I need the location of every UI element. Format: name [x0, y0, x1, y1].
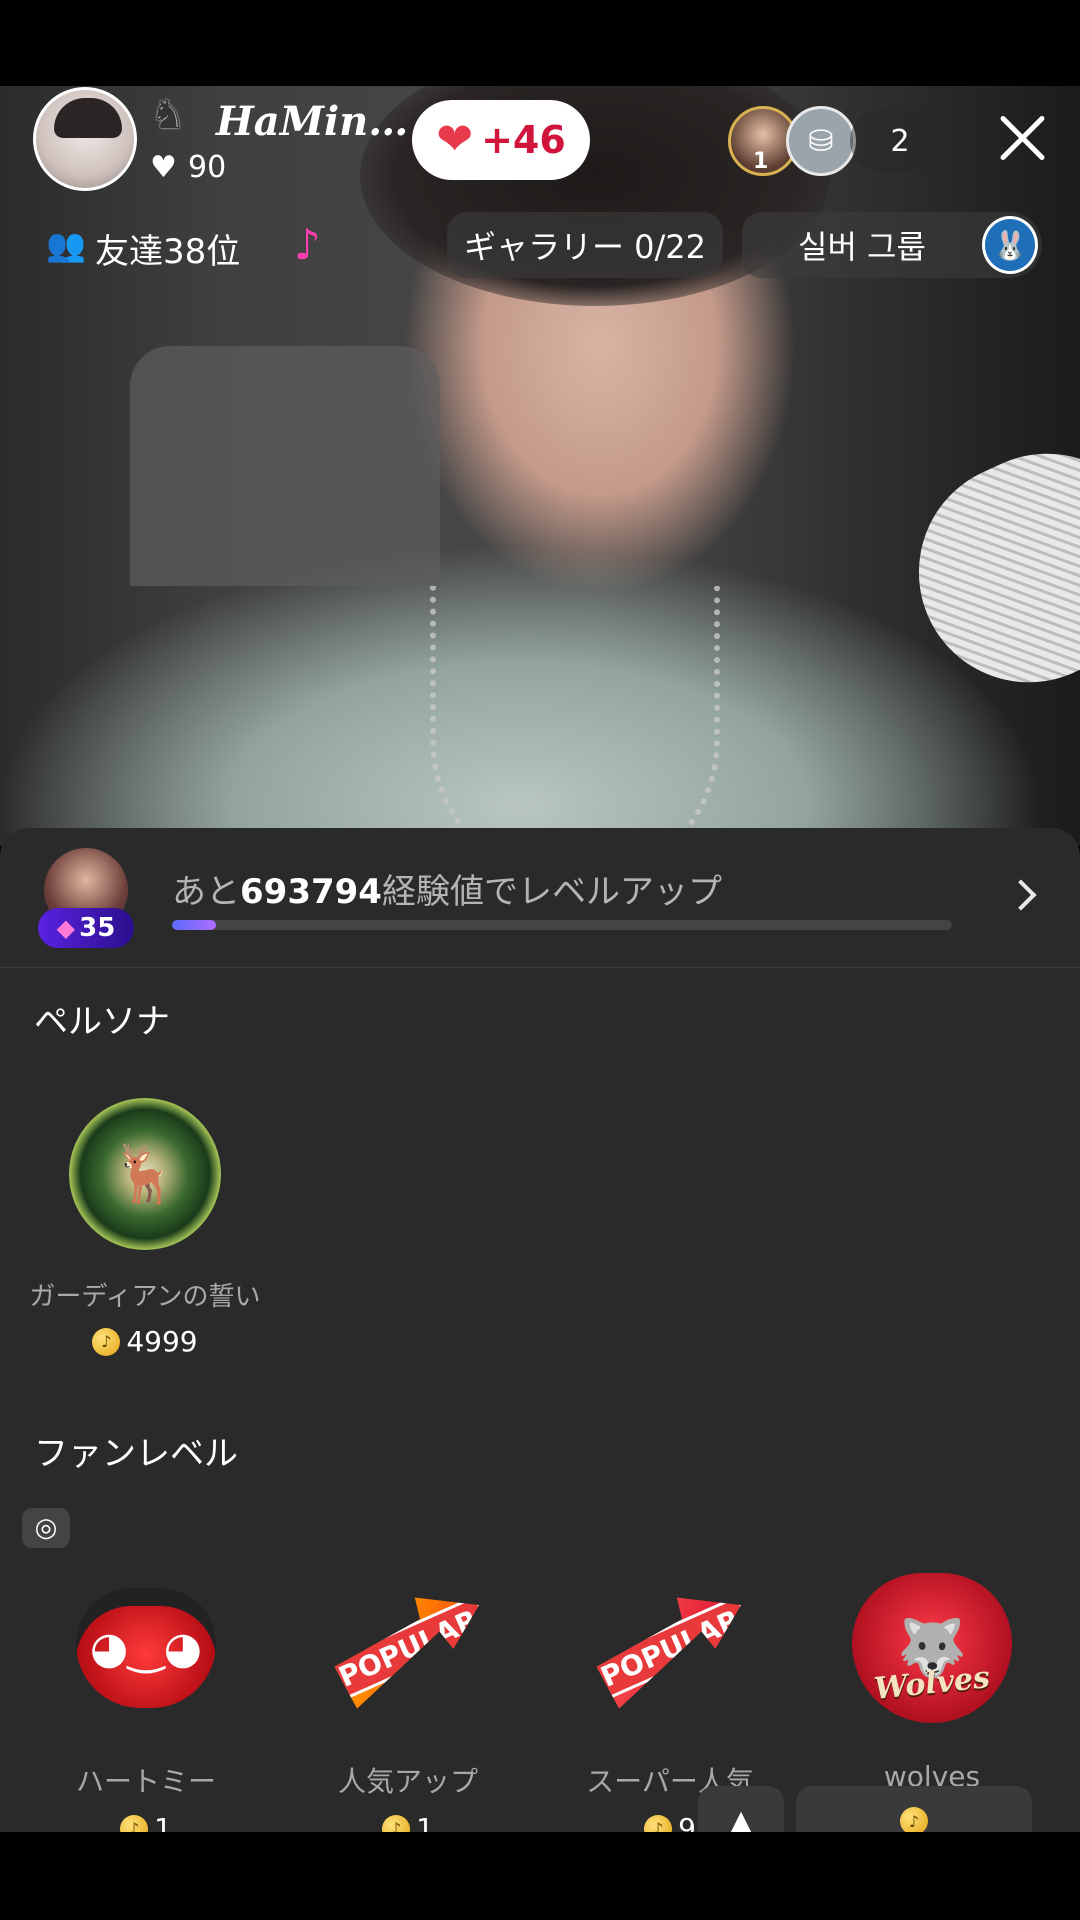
coin-balance-button[interactable]: ♪ — [796, 1786, 1032, 1832]
heart-icon: ❤ — [436, 114, 474, 165]
viewer-count[interactable]: 2 — [850, 110, 950, 172]
popular-art-text: POPULAR — [323, 1594, 493, 1701]
live-stream-video — [0, 86, 1080, 846]
persona-price-value: 4999 — [126, 1325, 198, 1358]
level-up-text: あと693794経験値でレベルアップ — [172, 864, 722, 913]
chevron-right-icon[interactable] — [1005, 879, 1037, 911]
host-like-count: 90 — [188, 150, 227, 185]
diamond-icon: ◆ — [56, 914, 76, 942]
necklace — [430, 586, 720, 846]
heart-me-art: ◕‿◕ — [61, 1568, 231, 1728]
super-popular-arrow-icon: POPULAR — [590, 1585, 751, 1710]
coin-icon: ♪ — [92, 1327, 121, 1356]
heart-icon: ♥ — [150, 150, 177, 185]
friends-rank[interactable]: 友達38位 — [95, 224, 240, 273]
fan-level-section-title: ファンレベル — [34, 1434, 238, 1474]
persona-item[interactable]: 🦌 ガーディアンの誓い ♪ 4999 — [20, 1098, 270, 1358]
deer-guardian-icon: 🦌 — [69, 1098, 221, 1250]
wolves-art: 🐺 Wolves — [847, 1568, 1017, 1728]
viewer-seat-icon[interactable]: ⛁ — [786, 106, 856, 176]
host-name[interactable]: HaMin… — [216, 98, 408, 145]
level-progress-row[interactable]: ◆ 35 あと693794経験値でレベルアップ — [0, 828, 1080, 968]
like-count: +46 — [481, 118, 566, 162]
super-popular-arrow-art: POPULAR — [585, 1568, 755, 1728]
sheet-bottom-controls: ▲ ♪ — [0, 1786, 1080, 1832]
gallery-button[interactable]: ギャラリー 0/22 — [447, 212, 723, 278]
host-avatar[interactable] — [33, 87, 137, 191]
wolf-heart-icon: 🐺 Wolves — [852, 1573, 1012, 1723]
level-exp-value: 693794 — [240, 872, 382, 912]
like-counter-pill[interactable]: ❤ +46 — [412, 100, 590, 180]
level-progress-fill — [172, 920, 216, 930]
system-nav-area — [0, 1832, 1080, 1920]
level-number: 35 — [79, 913, 116, 943]
friends-icon: 👥 — [46, 226, 86, 264]
level-text-suffix: 経験値でレベルアップ — [381, 872, 722, 912]
bunny-mascot-icon[interactable]: 🐰 — [982, 216, 1038, 274]
persona-section-title: ペルソナ — [34, 1002, 170, 1042]
horse-icon: ♞ — [150, 92, 186, 138]
gift-sheet: ◆ 35 あと693794経験値でレベルアップ ペルソナ 🦌 ガーディアンの誓い… — [0, 828, 1080, 1832]
persona-item-price: ♪ 4999 — [20, 1325, 270, 1358]
chevron-up-icon[interactable]: ▲ — [698, 1786, 784, 1832]
level-badge: ◆ 35 — [38, 908, 134, 948]
heart-face-icon: ◕‿◕ — [76, 1588, 216, 1708]
coin-icon: ♪ — [900, 1807, 928, 1832]
popular-arrow-icon: POPULAR — [328, 1585, 489, 1710]
wolves-art-text: Wolves — [872, 1660, 992, 1707]
music-note-icon[interactable]: ♪ — [294, 220, 321, 269]
persona-item-name: ガーディアンの誓い — [29, 1282, 261, 1312]
popular-arrow-art: POPULAR — [323, 1568, 493, 1728]
chair — [130, 346, 440, 586]
popular-art-text: POPULAR — [585, 1594, 755, 1701]
viewer-rank: 1 — [753, 149, 769, 174]
microphone — [882, 417, 1080, 719]
level-text-prefix: あと — [172, 872, 240, 912]
close-icon[interactable] — [996, 112, 1048, 164]
level-progress-bar — [172, 920, 952, 930]
fan-level-grid: ◕‿◕ ハートミー ♪ 1 POPULAR 人気アップ ♪ 1 POPULAR … — [0, 1528, 1080, 1832]
